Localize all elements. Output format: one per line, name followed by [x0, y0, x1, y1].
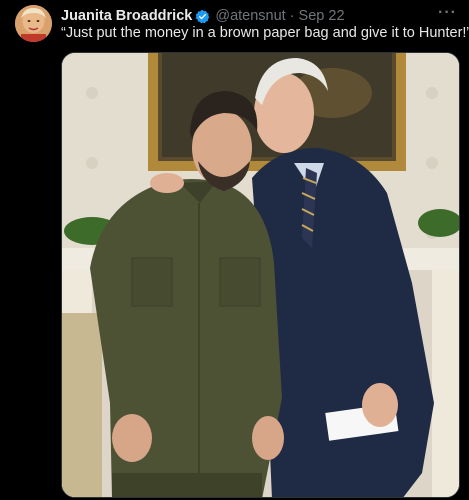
tweet-photo[interactable]: [61, 52, 460, 498]
verified-badge-icon: [195, 9, 210, 24]
tweet-card[interactable]: Juanita Broaddrick @atensnut · Sep 22 ··…: [0, 0, 469, 500]
display-name[interactable]: Juanita Broaddrick: [61, 8, 192, 24]
tweet-date[interactable]: Sep 22: [299, 8, 345, 24]
avatar[interactable]: [15, 5, 52, 42]
photo-image: [62, 53, 459, 497]
tweet-text: “Just put the money in a brown paper bag…: [61, 25, 469, 41]
separator-dot: ·: [289, 8, 295, 24]
user-handle[interactable]: @atensnut: [215, 8, 285, 24]
tweet-header: Juanita Broaddrick @atensnut · Sep 22: [61, 6, 345, 26]
avatar-image: [15, 5, 52, 42]
more-options-icon[interactable]: ···: [438, 4, 457, 22]
